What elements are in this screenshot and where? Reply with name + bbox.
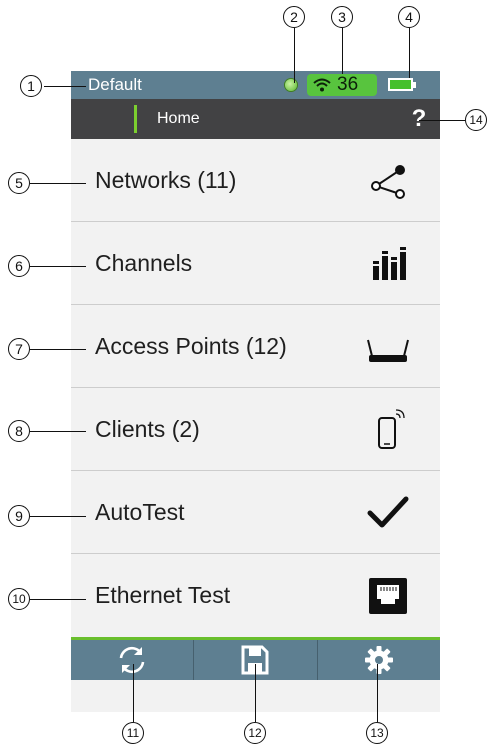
ethernet-port-icon	[369, 578, 407, 614]
callout-leader	[30, 349, 86, 351]
callout-marker: 6	[8, 255, 30, 277]
callout-leader	[30, 516, 86, 518]
callout-marker: 1	[20, 75, 42, 97]
battery-icon	[388, 78, 413, 91]
status-bar: Default 36	[71, 71, 440, 99]
callout-leader	[342, 28, 344, 74]
callout-leader	[294, 28, 296, 83]
callout-leader	[133, 664, 135, 722]
menu-item-label: Ethernet Test	[95, 582, 231, 608]
callout-marker: 14	[465, 109, 487, 131]
nav-accent	[134, 105, 137, 133]
callout-marker: 13	[366, 722, 388, 744]
callout-marker: 9	[8, 505, 30, 527]
router-icon	[367, 339, 409, 362]
callout-leader	[255, 664, 257, 722]
callout-marker: 10	[8, 588, 30, 610]
smartphone-icon	[378, 409, 405, 449]
menu-item-channels[interactable]: Channels	[71, 222, 440, 305]
checkmark-icon	[367, 496, 409, 528]
menu-item-label: Access Points (12)	[95, 333, 287, 359]
settings-gear-icon	[364, 646, 393, 674]
channels-bars-icon	[373, 247, 406, 280]
callout-marker: 4	[398, 6, 420, 28]
callout-marker: 3	[331, 6, 353, 28]
menu-item-label: Channels	[95, 250, 193, 276]
settings-button[interactable]	[318, 640, 440, 680]
menu-item-label: Networks (11)	[95, 167, 237, 193]
battery-nub	[413, 82, 416, 88]
menu-item-access-points[interactable]: Access Points (12)	[71, 305, 440, 388]
nav-bar: Home ?	[71, 99, 440, 139]
callout-leader	[44, 86, 86, 88]
callout-leader	[377, 664, 379, 722]
help-button[interactable]: ?	[402, 102, 436, 136]
wifi-icon	[313, 78, 331, 92]
profile-name[interactable]: Default	[88, 75, 142, 95]
callout-marker: 8	[8, 420, 30, 442]
menu-item-label: AutoTest	[95, 499, 185, 525]
device-screen: Default 36 Home ? Networks (11) Channels…	[71, 71, 440, 712]
callout-leader	[30, 266, 86, 268]
callout-leader	[419, 120, 465, 122]
callout-leader	[409, 28, 411, 78]
menu-item-ethernet-test[interactable]: Ethernet Test	[71, 554, 440, 637]
callout-marker: 5	[8, 172, 30, 194]
wifi-badge[interactable]: 36	[307, 74, 377, 96]
callout-leader	[30, 599, 86, 601]
callout-leader	[30, 183, 86, 185]
menu-item-networks[interactable]: Networks (11)	[71, 139, 440, 222]
callout-marker: 2	[283, 6, 305, 28]
callout-marker: 7	[8, 338, 30, 360]
share-network-icon	[371, 165, 405, 199]
callout-marker: 12	[244, 722, 266, 744]
callout-leader	[30, 431, 86, 433]
battery-fill	[390, 80, 411, 89]
wifi-count: 36	[337, 74, 359, 95]
menu-item-autotest[interactable]: AutoTest	[71, 471, 440, 554]
menu-item-label: Clients (2)	[95, 416, 200, 442]
page-title: Home	[157, 110, 200, 127]
callout-marker: 11	[122, 722, 144, 744]
menu-item-clients[interactable]: Clients (2)	[71, 388, 440, 471]
